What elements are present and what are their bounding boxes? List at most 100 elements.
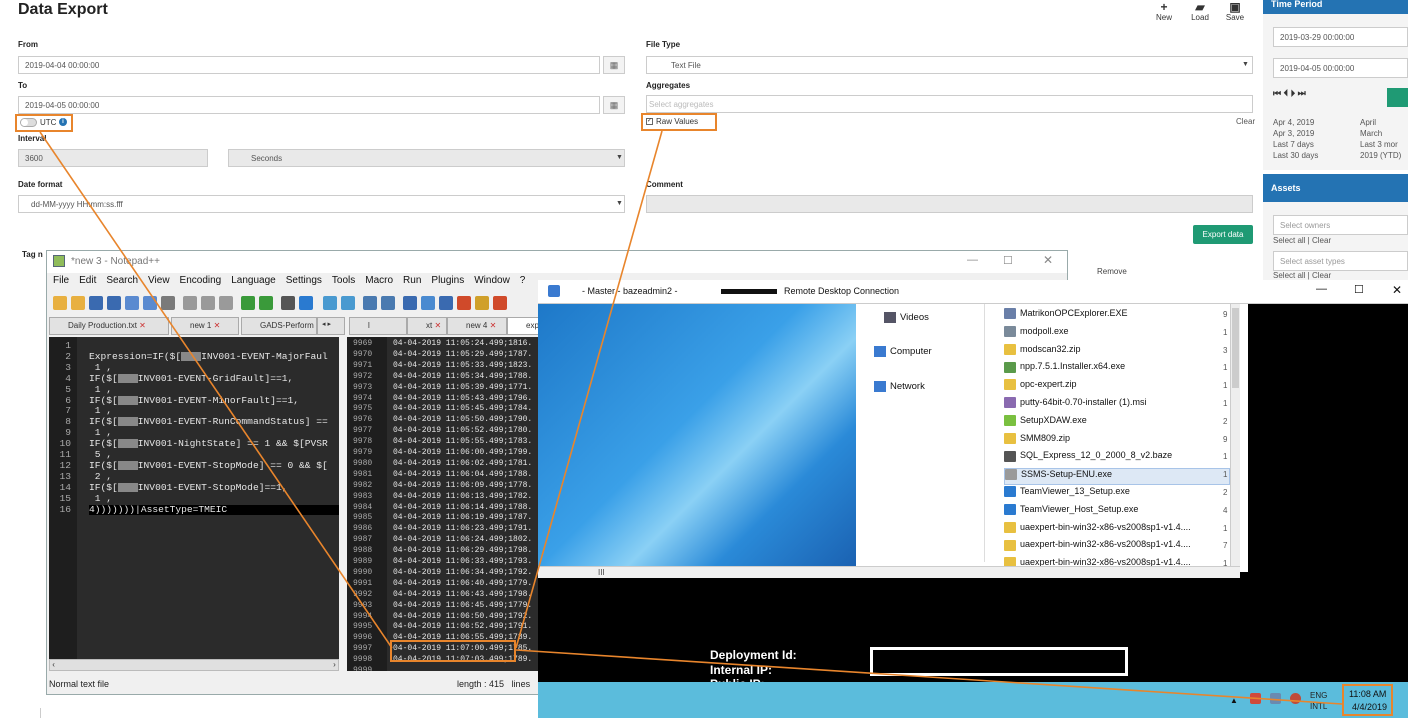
quick-left-3[interactable]: Last 30 days bbox=[1273, 151, 1318, 160]
menu-help[interactable]: ? bbox=[520, 275, 526, 286]
file-row[interactable]: opc-expert.zip bbox=[1004, 379, 1230, 396]
minimize-icon[interactable]: — bbox=[967, 254, 978, 266]
menu-encoding[interactable]: Encoding bbox=[180, 275, 222, 286]
maximize-icon[interactable]: ☐ bbox=[1354, 283, 1364, 296]
menu-language[interactable]: Language bbox=[231, 275, 276, 286]
aggregates-clear-link[interactable]: Clear bbox=[1236, 117, 1255, 126]
minimize-icon[interactable]: — bbox=[1316, 283, 1327, 295]
menu-view[interactable]: View bbox=[148, 275, 170, 286]
quick-right-0[interactable]: April bbox=[1360, 118, 1376, 127]
menu-tools[interactable]: Tools bbox=[332, 275, 355, 286]
asset-types-select[interactable]: Select asset types bbox=[1273, 251, 1408, 271]
copy-icon[interactable] bbox=[201, 296, 215, 310]
menu-settings[interactable]: Settings bbox=[286, 275, 322, 286]
indent-guide-icon[interactable] bbox=[421, 296, 435, 310]
close-icon[interactable]: ✕ bbox=[1043, 253, 1053, 267]
interval-unit-select[interactable]: Seconds bbox=[228, 149, 625, 167]
tray-network-icon[interactable] bbox=[1250, 693, 1261, 704]
find-icon[interactable] bbox=[281, 296, 295, 310]
plugin-icon[interactable] bbox=[457, 296, 471, 310]
tray-volume-icon[interactable] bbox=[1290, 693, 1301, 704]
left-editor[interactable]: 1 2 Expression=IF($[INV001-EVENT-MajorFaul… bbox=[49, 337, 339, 659]
sync-scroll-icon[interactable] bbox=[363, 296, 377, 310]
quick-right-1[interactable]: March bbox=[1360, 129, 1382, 138]
owners-select-links[interactable]: Select all | Clear bbox=[1273, 236, 1331, 245]
remote-desktop-window[interactable]: - Master - bazeadmin2 - Remote Desktop C… bbox=[538, 280, 1408, 718]
period-nav-buttons[interactable]: ⏮ ⏴ ⏵ ⏭ bbox=[1273, 88, 1306, 99]
file-row[interactable]: putty-64bit-0.70-installer (1).msi bbox=[1004, 397, 1230, 414]
tab-scroll-arrows[interactable]: ◂ ▸ bbox=[317, 317, 345, 335]
nav-videos[interactable]: Videos bbox=[884, 312, 929, 323]
file-row[interactable]: modscan32.zip bbox=[1004, 344, 1230, 361]
file-row[interactable]: SetupXDAW.exe bbox=[1004, 415, 1230, 432]
rdp-titlebar[interactable]: - Master - bazeadmin2 - Remote Desktop C… bbox=[538, 280, 1408, 304]
tab-new-1[interactable]: new 1 ✕ bbox=[171, 317, 239, 335]
nav-network[interactable]: Network bbox=[874, 381, 925, 392]
redo-icon[interactable] bbox=[259, 296, 273, 310]
menu-macro[interactable]: Macro bbox=[365, 275, 393, 286]
file-row[interactable]: npp.7.5.1.Installer.x64.exe bbox=[1004, 361, 1230, 378]
file-row[interactable]: uaexpert-bin-win32-x86-vs2008sp1-v1.4...… bbox=[1004, 539, 1230, 556]
file-list-vscroll[interactable] bbox=[1230, 304, 1240, 566]
to-date-input[interactable]: 2019-04-05 00:00:00 bbox=[18, 96, 600, 114]
file-type-select[interactable]: Text File bbox=[646, 56, 1253, 74]
tab-gads-performance[interactable]: GADS-Perform bbox=[241, 317, 317, 335]
new-button[interactable]: + New bbox=[1150, 1, 1178, 22]
quick-right-2[interactable]: Last 3 mor bbox=[1360, 140, 1408, 149]
asset-types-links[interactable]: Select all | Clear bbox=[1273, 271, 1331, 280]
explorer-hscroll[interactable]: III bbox=[538, 566, 1240, 578]
period-apply-button[interactable] bbox=[1387, 88, 1408, 107]
tab-right-2[interactable]: new 4 ✕ bbox=[447, 317, 507, 335]
tab-close-icon[interactable]: ✕ bbox=[214, 321, 221, 330]
save-button[interactable]: ▣ Save bbox=[1221, 1, 1249, 22]
tab-close-icon[interactable]: ✕ bbox=[434, 321, 441, 330]
zoom-out-icon[interactable] bbox=[341, 296, 355, 310]
notepadpp-titlebar[interactable]: *new 3 - Notepad++ — ☐ ✕ bbox=[47, 251, 1067, 273]
interval-input[interactable]: 3600 bbox=[18, 149, 208, 167]
menu-run[interactable]: Run bbox=[403, 275, 421, 286]
file-row[interactable]: MatrikonOPCExplorer.EXE bbox=[1004, 308, 1230, 325]
file-row[interactable]: TeamViewer_Host_Setup.exe bbox=[1004, 504, 1230, 521]
menu-file[interactable]: File bbox=[53, 275, 69, 286]
lang-icon[interactable] bbox=[439, 296, 453, 310]
period-end-input[interactable]: 2019-04-05 00:00:00 bbox=[1273, 58, 1408, 78]
right-editor[interactable]: 9969 04-04-2019 11:05:24.499;1816. 9970 04-… bbox=[347, 337, 539, 671]
vscroll-thumb[interactable] bbox=[1232, 308, 1239, 388]
paste-icon[interactable] bbox=[219, 296, 233, 310]
tab-close-icon[interactable]: ✕ bbox=[490, 321, 497, 330]
aggregates-input[interactable]: Select aggregates bbox=[646, 95, 1253, 113]
tab-right-0[interactable]: l bbox=[349, 317, 407, 335]
load-button[interactable]: ▰ Load bbox=[1186, 1, 1214, 22]
print-icon[interactable] bbox=[161, 296, 175, 310]
open-file-icon[interactable] bbox=[71, 296, 85, 310]
quick-right-3[interactable]: 2019 (YTD) bbox=[1360, 151, 1408, 160]
zoom-in-icon[interactable] bbox=[323, 296, 337, 310]
from-calendar-button[interactable]: ▦ bbox=[603, 56, 625, 74]
new-file-icon[interactable] bbox=[53, 296, 67, 310]
maximize-icon[interactable]: ☐ bbox=[1003, 254, 1013, 267]
file-explorer-window[interactable]: Videos Computer Network MatrikonOPCExplo… bbox=[538, 304, 1248, 578]
all-chars-icon[interactable] bbox=[403, 296, 417, 310]
file-row[interactable]: SSMS-Setup-ENU.exe bbox=[1004, 468, 1230, 486]
owners-select[interactable]: Select owners bbox=[1273, 215, 1408, 235]
menu-search[interactable]: Search bbox=[106, 275, 138, 286]
from-date-input[interactable]: 2019-04-04 00:00:00 bbox=[18, 56, 600, 74]
close-icon[interactable]: ✕ bbox=[1392, 283, 1402, 297]
left-editor-hscroll[interactable]: ‹ › bbox=[49, 659, 339, 671]
tab-close-icon[interactable]: ✕ bbox=[139, 321, 146, 330]
comment-input[interactable] bbox=[646, 195, 1253, 213]
word-wrap-icon[interactable] bbox=[381, 296, 395, 310]
tray-lang[interactable]: ENG bbox=[1310, 691, 1327, 700]
file-row[interactable]: SMM809.zip bbox=[1004, 433, 1230, 450]
file-row[interactable]: SQL_Express_12_0_2000_8_v2.baze bbox=[1004, 450, 1230, 467]
tray-monitor-icon[interactable] bbox=[1270, 693, 1281, 704]
file-row[interactable]: TeamViewer_13_Setup.exe bbox=[1004, 486, 1230, 503]
to-calendar-button[interactable]: ▦ bbox=[603, 96, 625, 114]
file-row[interactable]: modpoll.exe bbox=[1004, 326, 1230, 343]
menu-edit[interactable]: Edit bbox=[79, 275, 96, 286]
quick-left-1[interactable]: Apr 3, 2019 bbox=[1273, 129, 1314, 138]
file-row[interactable]: uaexpert-bin-win32-x86-vs2008sp1-v1.4...… bbox=[1004, 522, 1230, 539]
quick-left-0[interactable]: Apr 4, 2019 bbox=[1273, 118, 1314, 127]
tab-right-1[interactable]: xt ✕ bbox=[407, 317, 447, 335]
date-format-select[interactable]: dd-MM-yyyy HH:mm:ss.fff bbox=[18, 195, 625, 213]
